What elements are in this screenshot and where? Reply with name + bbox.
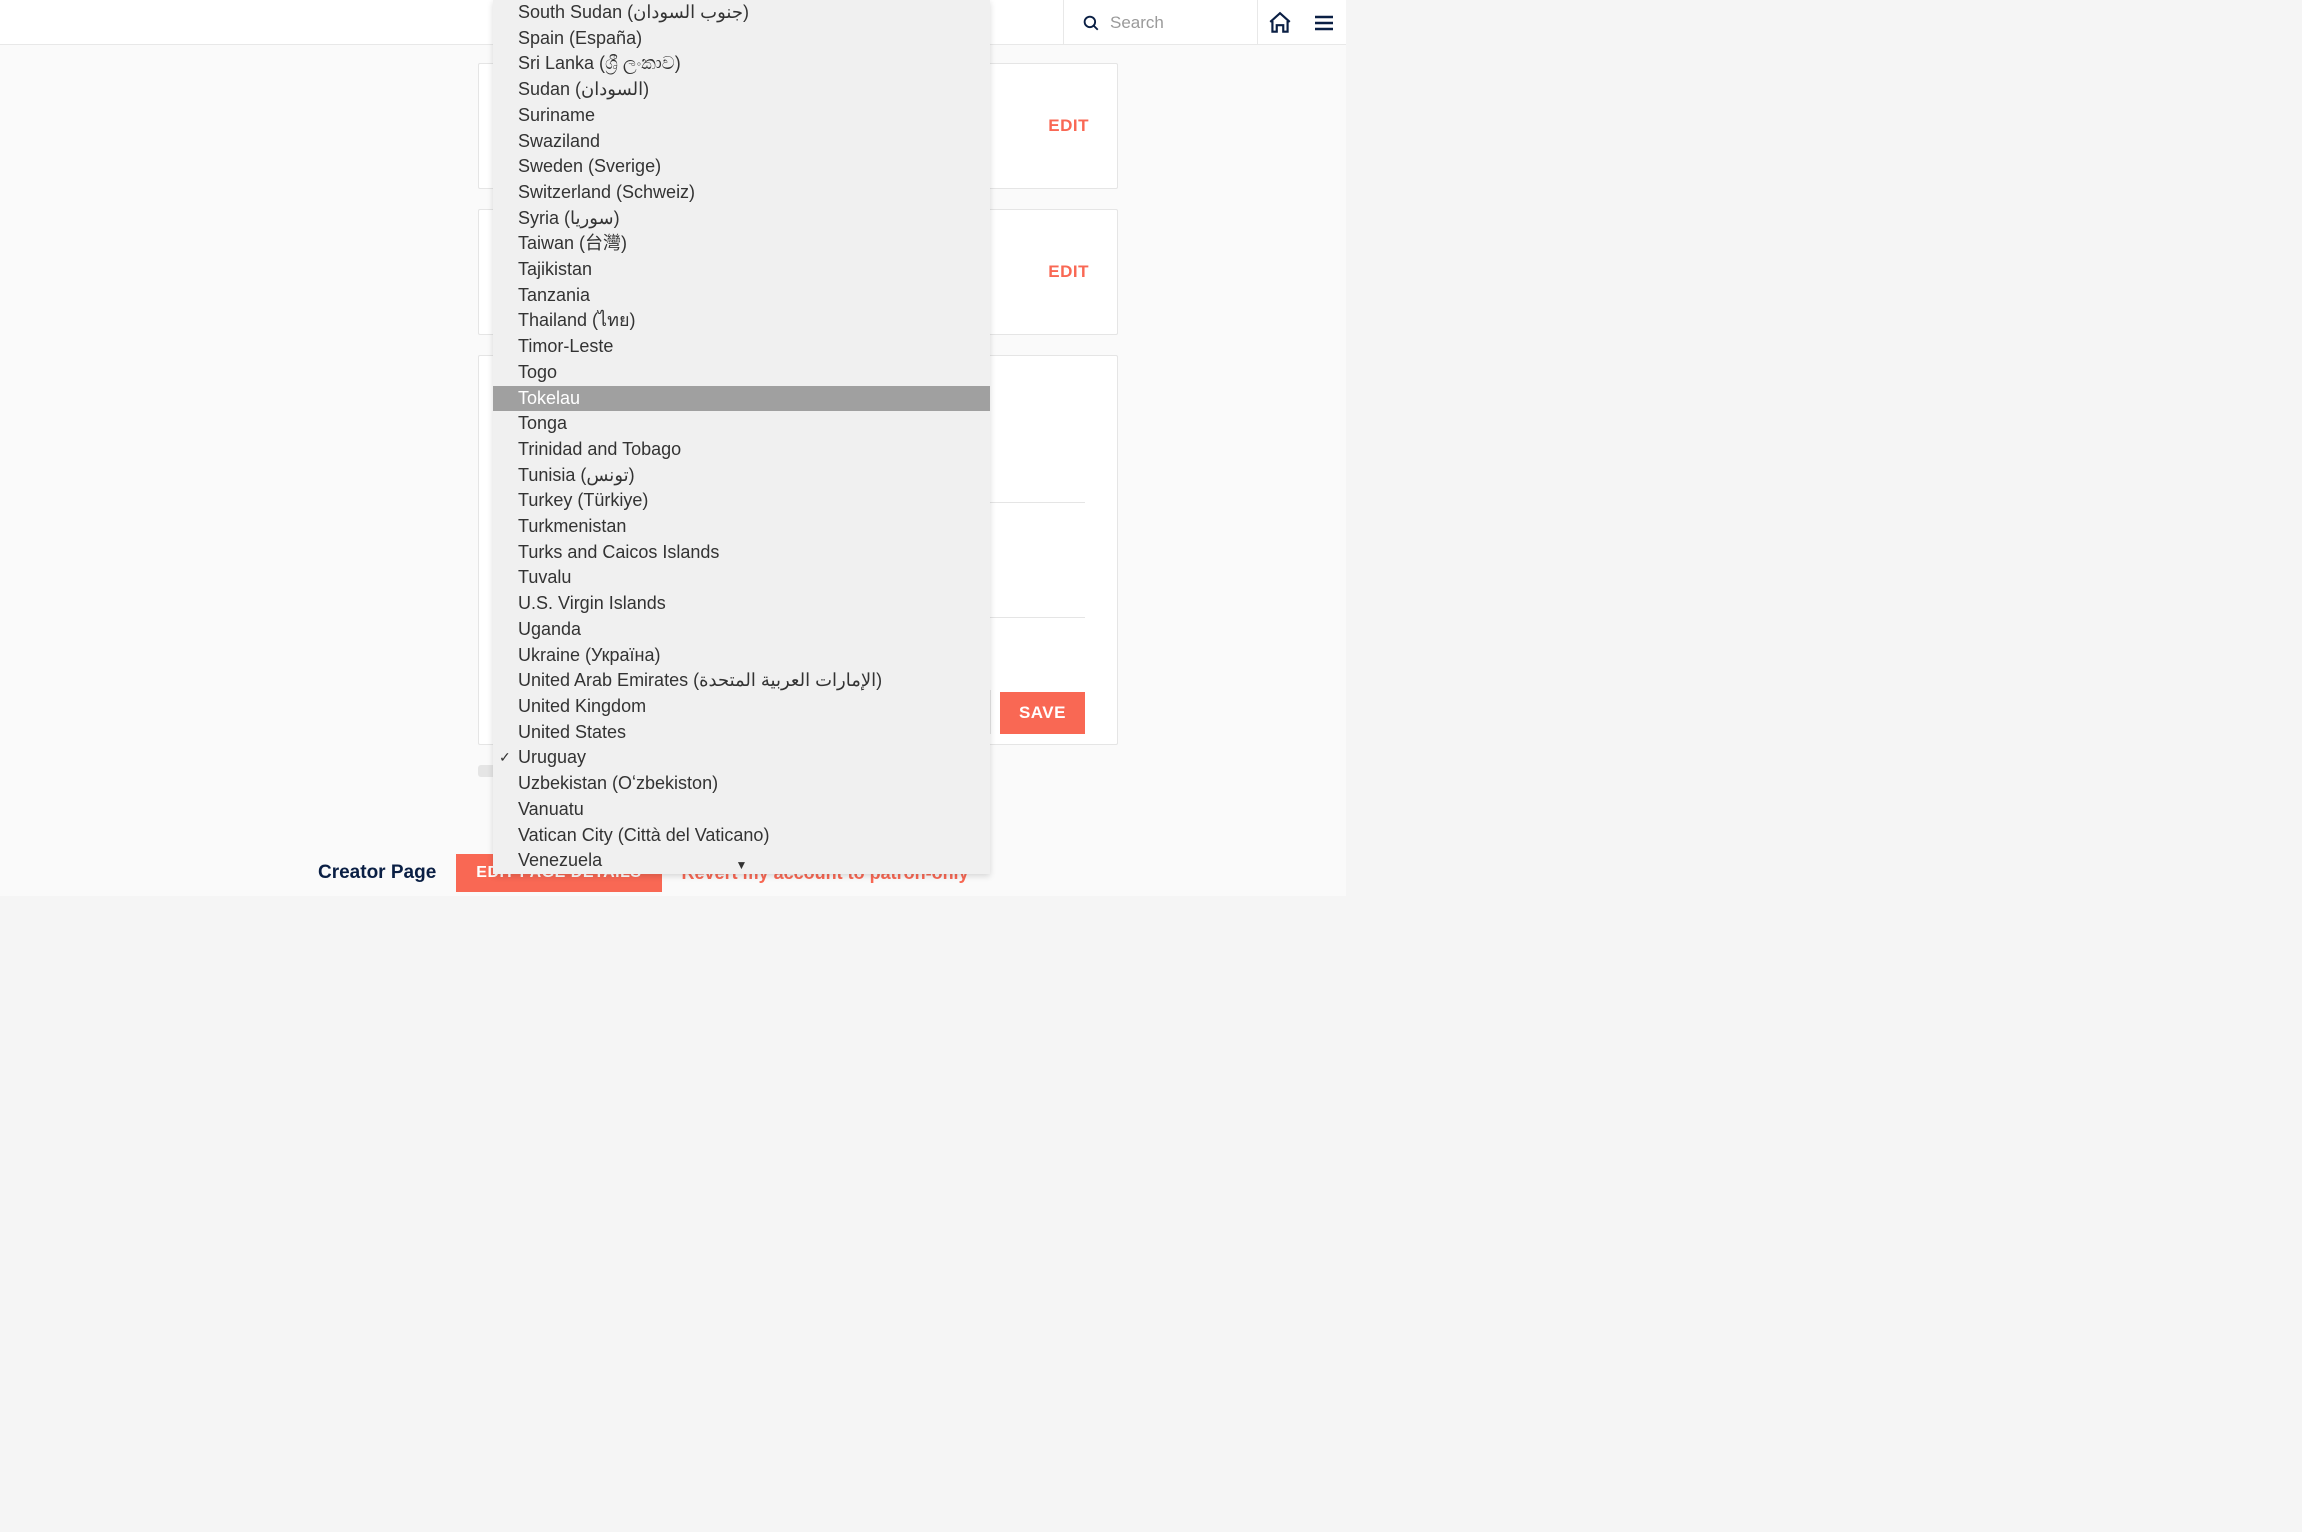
country-option[interactable]: Togo — [493, 360, 990, 386]
creator-page-label: Creator Page — [318, 862, 436, 884]
country-option[interactable]: Turkey (Türkiye) — [493, 488, 990, 514]
search-icon — [1082, 14, 1100, 32]
country-option[interactable]: Uruguay✓ — [493, 745, 990, 771]
topbar-right — [1063, 0, 1346, 45]
country-option[interactable]: Syria (سوريا) — [493, 206, 990, 232]
country-option[interactable]: Thailand (ไทย) — [493, 308, 990, 334]
country-option[interactable]: South Sudan (جنوب السودان) — [493, 0, 990, 26]
save-button[interactable]: SAVE — [1000, 692, 1085, 734]
search-input[interactable] — [1110, 13, 1230, 33]
country-option[interactable]: Turkmenistan — [493, 514, 990, 540]
check-icon: ✓ — [499, 745, 511, 771]
country-option[interactable]: Turks and Caicos Islands — [493, 540, 990, 566]
country-option[interactable]: Sri Lanka (ශ්‍රී ලංකාව) — [493, 51, 990, 77]
country-option[interactable]: U.S. Virgin Islands — [493, 591, 990, 617]
edit-link-2[interactable]: EDIT — [1048, 262, 1089, 282]
country-option[interactable]: Spain (España) — [493, 26, 990, 52]
scroll-down-arrow[interactable]: ▼ — [736, 858, 748, 872]
country-option[interactable]: Vanuatu — [493, 797, 990, 823]
menu-icon — [1312, 11, 1336, 35]
edit-link-1[interactable]: EDIT — [1048, 116, 1089, 136]
country-option[interactable]: United Kingdom — [493, 694, 990, 720]
home-icon — [1267, 10, 1293, 36]
country-dropdown[interactable]: South Sudan (جنوب السودان)Spain (España)… — [493, 0, 990, 874]
country-option[interactable]: Timor-Leste — [493, 334, 990, 360]
country-option[interactable]: Taiwan (台灣) — [493, 231, 990, 257]
country-option[interactable]: Vatican City (Città del Vaticano) — [493, 823, 990, 849]
country-option[interactable]: Swaziland — [493, 129, 990, 155]
menu-button[interactable] — [1302, 0, 1346, 45]
country-option[interactable]: Tajikistan — [493, 257, 990, 283]
country-option[interactable]: Sudan (السودان) — [493, 77, 990, 103]
home-button[interactable] — [1258, 0, 1302, 45]
country-option[interactable]: Tanzania — [493, 283, 990, 309]
country-option[interactable]: Trinidad and Tobago — [493, 437, 990, 463]
country-option[interactable]: Tonga — [493, 411, 990, 437]
country-option[interactable]: Tuvalu — [493, 565, 990, 591]
country-option[interactable]: Suriname — [493, 103, 990, 129]
country-option[interactable]: Switzerland (Schweiz) — [493, 180, 990, 206]
country-option[interactable]: Tokelau — [493, 386, 990, 412]
country-option[interactable]: Sweden (Sverige) — [493, 154, 990, 180]
country-option[interactable]: United Arab Emirates (الإمارات العربية ا… — [493, 668, 990, 694]
country-option[interactable]: Tunisia (تونس) — [493, 463, 990, 489]
search-box[interactable] — [1063, 0, 1258, 45]
country-option[interactable]: Uzbekistan (Oʻzbekiston) — [493, 771, 990, 797]
country-dropdown-list[interactable]: South Sudan (جنوب السودان)Spain (España)… — [493, 0, 990, 874]
country-option[interactable]: Ukraine (Україна) — [493, 643, 990, 669]
country-option[interactable]: Uganda — [493, 617, 990, 643]
country-option[interactable]: United States — [493, 720, 990, 746]
